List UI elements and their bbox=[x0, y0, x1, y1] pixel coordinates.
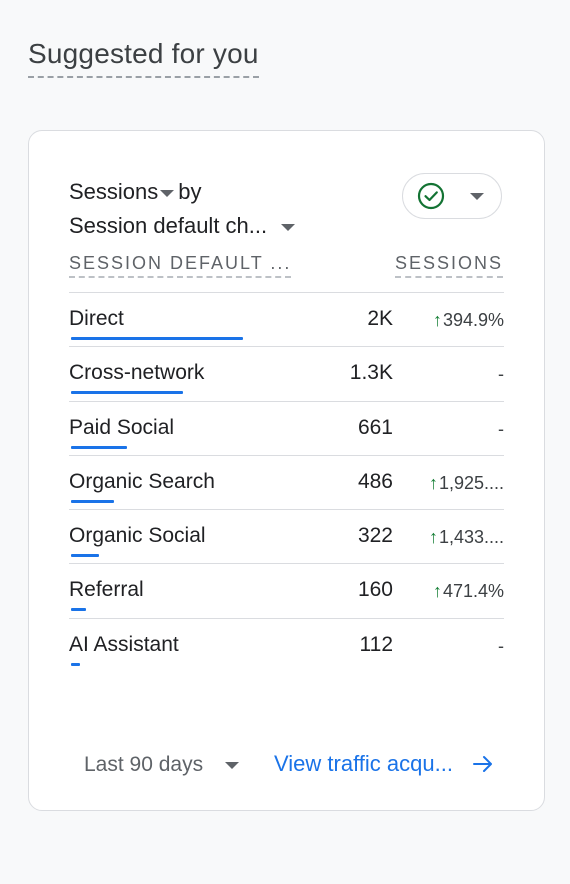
traffic-table: Direct 2K ↑394.9% Cross-network 1.3K - P… bbox=[69, 292, 504, 673]
arrow-up-icon: ↑ bbox=[432, 581, 442, 602]
arrow-up-icon: ↑ bbox=[428, 527, 438, 548]
date-range-label[interactable]: Last 90 days bbox=[84, 753, 203, 777]
row-change: ↑1,925.... bbox=[428, 472, 504, 493]
row-change: - bbox=[498, 364, 504, 385]
row-label: Direct bbox=[69, 307, 124, 330]
section-title: Suggested for you bbox=[28, 38, 259, 78]
table-row[interactable]: AI Assistant 112 - bbox=[69, 619, 504, 673]
table-row[interactable]: Referral 160 ↑471.4% bbox=[69, 564, 504, 619]
row-change: ↑1,433.... bbox=[428, 527, 504, 548]
status-dropdown[interactable] bbox=[402, 173, 502, 219]
metric-selector[interactable]: Sessions by Session default ch... bbox=[69, 175, 299, 243]
table-row[interactable]: Direct 2K ↑394.9% bbox=[69, 293, 504, 348]
share-bar bbox=[71, 608, 86, 612]
view-traffic-acquisition-link[interactable]: View traffic acqu... bbox=[274, 751, 495, 777]
metric-chevron-down-icon[interactable] bbox=[160, 189, 175, 197]
row-value: 1.3K bbox=[349, 361, 393, 385]
share-bar bbox=[71, 662, 80, 666]
check-circle-icon bbox=[417, 182, 445, 210]
table-row[interactable]: Paid Social 661 - bbox=[69, 402, 504, 456]
row-change: - bbox=[498, 418, 504, 439]
row-value: 322 bbox=[357, 524, 393, 548]
row-label: Organic Search bbox=[69, 469, 215, 493]
row-value: 160 bbox=[357, 578, 393, 602]
share-bar bbox=[71, 499, 114, 503]
arrow-up-icon: ↑ bbox=[432, 310, 442, 330]
column-header-sessions[interactable]: SESSIONS bbox=[394, 253, 503, 278]
row-label: Paid Social bbox=[69, 415, 175, 439]
metric-name[interactable]: Sessions bbox=[69, 179, 158, 204]
row-value: 486 bbox=[357, 469, 393, 493]
date-range-selector[interactable]: Last 90 days bbox=[84, 753, 240, 777]
row-value: 661 bbox=[357, 415, 393, 439]
row-value: 2K bbox=[367, 307, 393, 330]
row-change: ↑394.9% bbox=[432, 310, 504, 330]
share-bar bbox=[71, 445, 127, 449]
share-bar bbox=[71, 554, 99, 558]
dimension-name[interactable]: Session default ch... bbox=[69, 213, 267, 238]
arrow-up-icon: ↑ bbox=[428, 472, 438, 493]
row-value: 112 bbox=[359, 632, 393, 656]
share-bar bbox=[71, 337, 243, 340]
row-label: Organic Social bbox=[69, 524, 206, 548]
column-header-dimension[interactable]: SESSION DEFAULT ... bbox=[69, 253, 292, 278]
row-change: - bbox=[498, 635, 504, 656]
table-row[interactable]: Organic Search 486 ↑1,925.... bbox=[69, 456, 504, 511]
metric-by-label: by bbox=[178, 179, 202, 204]
status-chevron-down-icon bbox=[470, 192, 484, 200]
arrow-right-icon[interactable] bbox=[471, 752, 495, 776]
table-row[interactable]: Organic Social 322 ↑1,433.... bbox=[69, 510, 504, 565]
row-label: Referral bbox=[69, 578, 144, 602]
row-label: AI Assistant bbox=[69, 632, 179, 656]
row-change: ↑471.4% bbox=[432, 581, 504, 602]
view-link-label[interactable]: View traffic acqu... bbox=[274, 751, 453, 777]
suggested-card: Sessions by Session default ch... SESSION… bbox=[28, 130, 545, 811]
share-bar bbox=[71, 391, 183, 395]
date-range-chevron-down-icon[interactable] bbox=[225, 761, 240, 769]
dimension-chevron-down-icon[interactable] bbox=[281, 223, 296, 231]
table-row[interactable]: Cross-network 1.3K - bbox=[69, 347, 504, 402]
row-label: Cross-network bbox=[69, 361, 205, 385]
